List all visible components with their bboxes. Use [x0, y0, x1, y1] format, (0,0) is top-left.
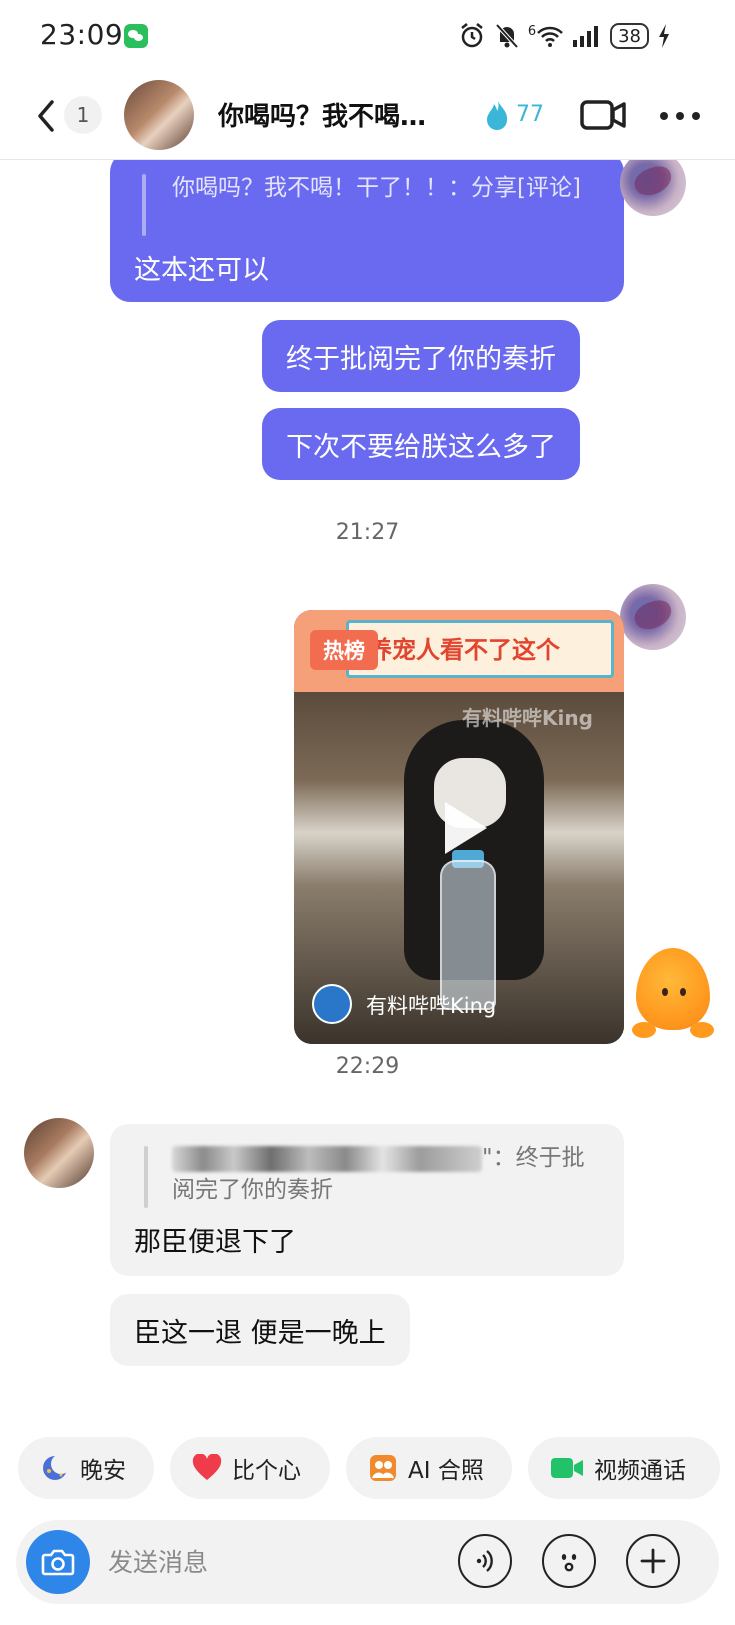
- quick-action-heart[interactable]: 比个心: [170, 1437, 330, 1499]
- blurred-text: [172, 1145, 482, 1172]
- quick-action-label: 视频通话: [594, 1458, 686, 1484]
- emoji-button[interactable]: [542, 1534, 596, 1588]
- wifi-icon: [537, 26, 563, 47]
- spark-count: 77: [516, 101, 544, 127]
- video-watermark: 有料哔哔King: [462, 706, 593, 730]
- video-banner-title: 养宠人看不了这个: [368, 636, 560, 664]
- quick-action-label: 比个心: [232, 1458, 301, 1484]
- reply-message: 这本还可以: [134, 255, 269, 286]
- status-time: 23:09: [40, 18, 124, 51]
- quick-action-label: 晚安: [80, 1458, 126, 1484]
- voice-message-button[interactable]: [458, 1534, 512, 1588]
- spark-streak[interactable]: 77: [484, 94, 544, 134]
- voice-wave-icon: [476, 1550, 493, 1572]
- mute-bell-icon: [495, 23, 519, 49]
- quote-bar: [144, 1146, 148, 1208]
- uploader-logo: [312, 984, 352, 1024]
- charging-icon: [659, 24, 669, 48]
- wifi-indicator: 6: [528, 24, 564, 48]
- quoted-message: "：终于批阅完了你的奏折: [172, 1142, 602, 1206]
- video-call-icon[interactable]: [580, 96, 626, 134]
- alarm-icon: [461, 23, 483, 48]
- battery-indicator: 38: [610, 23, 649, 49]
- camera-icon: [41, 1549, 75, 1576]
- camera-button[interactable]: [26, 1530, 90, 1594]
- add-more-button[interactable]: [626, 1534, 680, 1588]
- shared-video-card[interactable]: 养宠人看不了这个 热榜 有料哔哔King 有料哔哔King: [294, 610, 624, 1044]
- quoted-message: 你喝吗？我不喝！干了！！：分享[评论]: [172, 175, 581, 201]
- plus-icon: [640, 1548, 666, 1574]
- network-type-label: 6: [527, 24, 537, 39]
- back-arrow-icon[interactable]: [28, 96, 64, 136]
- message-list[interactable]: 你喝吗？我不喝！干了！！：分享[评论] 这本还可以 终于批阅完了你的奏折 下次不…: [0, 160, 735, 1425]
- outgoing-message[interactable]: 下次不要给朕这么多了: [262, 408, 580, 480]
- incoming-quote-bubble[interactable]: "：终于批阅完了你的奏折 那臣便退下了: [110, 1124, 624, 1276]
- quick-action-label: AI 合照: [408, 1458, 484, 1484]
- wechat-notification-icon: [124, 24, 148, 48]
- unread-count-badge[interactable]: 1: [64, 96, 102, 134]
- quote-bar: [142, 174, 146, 236]
- message-input-bar: [16, 1520, 719, 1604]
- message-input[interactable]: [108, 1544, 448, 1580]
- flame-icon: [487, 99, 508, 130]
- quick-action-goodnight[interactable]: 晚安: [18, 1437, 154, 1499]
- contact-avatar[interactable]: [124, 80, 194, 150]
- reply-message: 那臣便退下了: [134, 1227, 296, 1258]
- quick-action-video-call[interactable]: 视频通话: [528, 1437, 720, 1499]
- uploader-name: 有料哔哔King: [366, 994, 497, 1018]
- hot-list-tag: 热榜: [310, 630, 378, 670]
- self-avatar[interactable]: [620, 584, 686, 650]
- contact-avatar[interactable]: [24, 1118, 94, 1188]
- message-timestamp: 21:27: [335, 520, 400, 545]
- message-timestamp: 22:29: [335, 1054, 400, 1079]
- quick-action-ai-photo[interactable]: AI 合照: [346, 1437, 512, 1499]
- moon-icon: [40, 1453, 70, 1483]
- status-icons: 6 38: [458, 20, 671, 52]
- incoming-message[interactable]: 臣这一退 便是一晚上: [110, 1294, 410, 1366]
- outgoing-message[interactable]: 终于批阅完了你的奏折: [262, 320, 580, 392]
- battery-level: 38: [618, 25, 641, 47]
- play-icon[interactable]: [439, 798, 491, 858]
- mascot-sticker[interactable]: [628, 942, 718, 1042]
- video-camera-icon: [550, 1455, 584, 1481]
- signal-icon: [573, 26, 599, 47]
- outgoing-quote-bubble[interactable]: 你喝吗？我不喝！干了！！：分享[评论] 这本还可以: [110, 160, 624, 302]
- self-avatar[interactable]: [620, 160, 686, 216]
- heart-icon: [192, 1454, 222, 1482]
- quick-actions-bar: 晚安 比个心 AI 合照 视频通话: [0, 1425, 735, 1499]
- ai-photo-icon: [368, 1453, 398, 1483]
- bottle-figure: [440, 860, 496, 1010]
- more-options-icon[interactable]: [660, 98, 700, 134]
- emoji-face-icon: [561, 1554, 577, 1572]
- status-bar: 23:09 6 38: [0, 0, 735, 72]
- chat-header: 1 你喝吗？我不喝… 77: [0, 72, 735, 160]
- chat-title[interactable]: 你喝吗？我不喝…: [218, 96, 462, 133]
